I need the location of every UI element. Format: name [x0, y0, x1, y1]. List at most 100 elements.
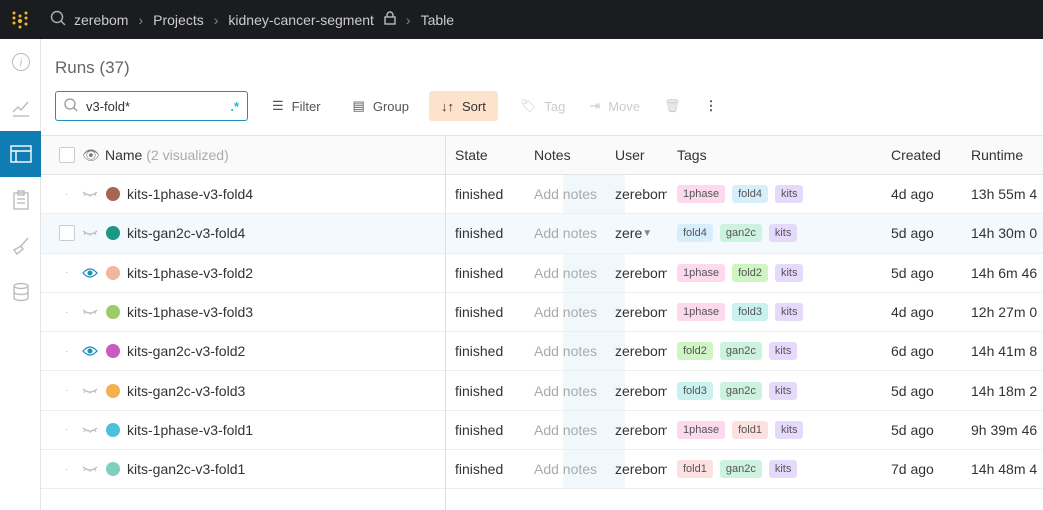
eye-closed-icon[interactable]: [82, 411, 98, 449]
column-divider[interactable]: [445, 135, 446, 510]
row-checkbox[interactable]: ·: [65, 267, 68, 278]
breadcrumb-project[interactable]: kidney-cancer-segment: [228, 12, 374, 28]
row-checkbox[interactable]: ·: [65, 189, 68, 200]
tag-badge[interactable]: 1phase: [677, 303, 726, 322]
row-checkbox[interactable]: ·: [65, 346, 68, 357]
column-created[interactable]: Created: [891, 136, 941, 174]
search-input[interactable]: v3-fold* .*: [55, 91, 248, 121]
table-row[interactable]: kits-gan2c-v3-fold4 finished Add notes z…: [41, 214, 1043, 254]
notes-field[interactable]: Add notes: [534, 332, 597, 370]
eye-closed-icon[interactable]: [82, 214, 98, 252]
tag-badge[interactable]: kits: [774, 420, 804, 439]
column-notes[interactable]: Notes: [534, 136, 571, 174]
column-user[interactable]: User: [615, 136, 645, 174]
eye-closed-icon[interactable]: [82, 175, 98, 213]
run-color-dot[interactable]: [106, 422, 120, 437]
run-color-dot[interactable]: [106, 226, 120, 241]
tag-badge[interactable]: 1phase: [677, 420, 726, 439]
run-name[interactable]: kits-gan2c-v3-fold1: [127, 450, 245, 488]
notes-field[interactable]: Add notes: [534, 450, 597, 488]
tag-badge[interactable]: gan2c: [719, 381, 762, 400]
regex-toggle[interactable]: .*: [230, 99, 239, 114]
eye-icon[interactable]: [82, 332, 98, 370]
row-checkbox[interactable]: [59, 225, 75, 242]
tag-badge[interactable]: gan2c: [719, 224, 762, 243]
run-color-dot[interactable]: [106, 265, 120, 280]
eye-closed-icon[interactable]: [82, 371, 98, 409]
breadcrumb-user[interactable]: zerebom: [74, 12, 128, 28]
tag-badge[interactable]: kits: [768, 381, 798, 400]
table-icon[interactable]: [0, 131, 41, 177]
run-name[interactable]: kits-gan2c-v3-fold2: [127, 332, 245, 370]
reports-icon[interactable]: [0, 177, 41, 223]
breadcrumb-table[interactable]: Table: [421, 12, 454, 28]
row-checkbox[interactable]: ·: [65, 385, 68, 396]
tag-badge[interactable]: 1phase: [677, 185, 726, 204]
tag-badge[interactable]: kits: [774, 263, 804, 282]
run-name[interactable]: kits-1phase-v3-fold3: [127, 293, 253, 331]
tag-badge[interactable]: fold4: [677, 224, 713, 243]
run-color-dot[interactable]: [106, 187, 120, 202]
move-button[interactable]: ⇥ Move: [577, 91, 652, 121]
tag-badge[interactable]: fold3: [732, 303, 768, 322]
run-name[interactable]: kits-gan2c-v3-fold4: [127, 214, 245, 252]
run-color-dot[interactable]: [106, 462, 120, 477]
tag-badge[interactable]: fold2: [677, 342, 713, 361]
tag-badge[interactable]: kits: [768, 342, 798, 361]
logo-icon[interactable]: [0, 0, 40, 39]
notes-field[interactable]: Add notes: [534, 175, 597, 213]
tag-badge[interactable]: fold2: [732, 263, 768, 282]
run-color-dot[interactable]: [106, 344, 120, 359]
row-checkbox[interactable]: ·: [65, 424, 68, 435]
table-row[interactable]: · kits-gan2c-v3-fold1 finished Add notes…: [41, 450, 1043, 490]
table-row[interactable]: · kits-gan2c-v3-fold3 finished Add notes…: [41, 371, 1043, 411]
group-button[interactable]: ▤ Group: [341, 91, 421, 121]
eye-closed-icon[interactable]: [82, 450, 98, 488]
more-menu-button[interactable]: ⋮: [693, 91, 730, 121]
tag-badge[interactable]: kits: [768, 460, 798, 479]
notes-field[interactable]: Add notes: [534, 254, 597, 292]
tag-badge[interactable]: fold1: [732, 420, 768, 439]
tag-badge[interactable]: fold1: [677, 460, 713, 479]
table-row[interactable]: · kits-1phase-v3-fold2 finished Add note…: [41, 254, 1043, 293]
tag-badge[interactable]: gan2c: [719, 342, 762, 361]
table-row[interactable]: · kits-1phase-v3-fold1 finished Add note…: [41, 411, 1043, 451]
run-name[interactable]: kits-1phase-v3-fold4: [127, 175, 253, 213]
run-name[interactable]: kits-1phase-v3-fold1: [127, 411, 253, 449]
select-all-checkbox[interactable]: [59, 147, 75, 163]
sweep-icon[interactable]: [0, 223, 41, 269]
run-color-dot[interactable]: [106, 383, 120, 398]
table-row[interactable]: · kits-gan2c-v3-fold2 finished Add notes…: [41, 332, 1043, 372]
notes-field[interactable]: Add notes: [534, 371, 597, 409]
notes-field[interactable]: Add notes: [534, 293, 597, 331]
row-checkbox[interactable]: ·: [65, 464, 68, 475]
notes-field[interactable]: Add notes: [534, 214, 597, 252]
search-icon[interactable]: [50, 10, 66, 29]
tag-badge[interactable]: fold3: [677, 381, 713, 400]
breadcrumb-projects[interactable]: Projects: [153, 12, 204, 28]
run-color-dot[interactable]: [106, 305, 120, 320]
charts-icon[interactable]: [0, 85, 41, 131]
tag-badge[interactable]: kits: [774, 185, 804, 204]
eye-icon[interactable]: 👁: [82, 136, 100, 174]
table-row[interactable]: · kits-1phase-v3-fold4 finished Add note…: [41, 175, 1043, 215]
filter-dropdown-icon[interactable]: ▼: [642, 228, 652, 239]
tag-badge[interactable]: 1phase: [677, 263, 726, 282]
eye-closed-icon[interactable]: [82, 293, 98, 331]
notes-field[interactable]: Add notes: [534, 411, 597, 449]
tag-badge[interactable]: kits: [774, 303, 804, 322]
delete-button[interactable]: 🗑: [652, 91, 693, 121]
tag-button[interactable]: 🏷 Tag: [508, 91, 577, 121]
tag-badge[interactable]: gan2c: [719, 460, 762, 479]
row-checkbox[interactable]: ·: [65, 307, 68, 318]
column-name[interactable]: Name: [105, 147, 142, 163]
column-tags[interactable]: Tags: [677, 136, 707, 174]
tag-badge[interactable]: kits: [768, 224, 798, 243]
artifacts-icon[interactable]: [0, 269, 41, 315]
run-name[interactable]: kits-gan2c-v3-fold3: [127, 371, 245, 409]
column-runtime[interactable]: Runtime: [971, 136, 1023, 174]
info-icon[interactable]: i: [0, 39, 41, 85]
tag-badge[interactable]: fold4: [732, 185, 768, 204]
column-state[interactable]: State: [455, 136, 488, 174]
run-name[interactable]: kits-1phase-v3-fold2: [127, 254, 253, 292]
